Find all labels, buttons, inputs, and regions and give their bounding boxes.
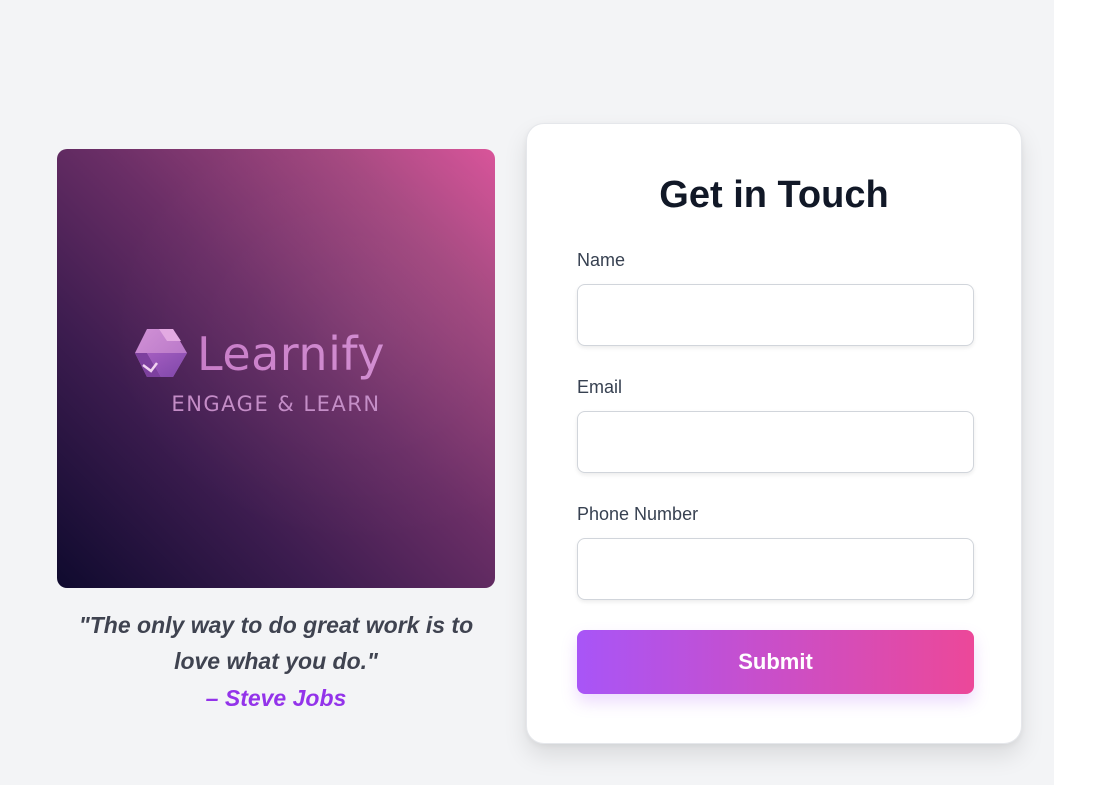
brand-image: Learnify ENGAGE & LEARN xyxy=(57,149,495,588)
brand-tagline: ENGAGE & LEARN xyxy=(171,392,381,416)
email-input[interactable] xyxy=(577,411,974,473)
phone-label: Phone Number xyxy=(577,504,699,524)
quote-text: "The only way to do great work is to lov… xyxy=(78,612,474,674)
cube-icon xyxy=(135,329,187,377)
submit-button[interactable]: Submit xyxy=(577,630,974,694)
name-input[interactable] xyxy=(577,284,974,346)
name-label: Name xyxy=(577,250,626,270)
phone-input[interactable] xyxy=(577,538,974,600)
page-background: Learnify ENGAGE & LEARN "The only way to… xyxy=(0,0,1054,785)
contact-form: Get in Touch Name Email Phone Number Sub… xyxy=(526,123,1022,744)
brand-name: Learnify xyxy=(197,327,385,381)
form-title: Get in Touch xyxy=(659,174,889,216)
brand-logo: Learnify xyxy=(133,325,385,383)
quote-author: – Steve Jobs xyxy=(205,685,347,711)
email-label: Email xyxy=(577,377,623,397)
